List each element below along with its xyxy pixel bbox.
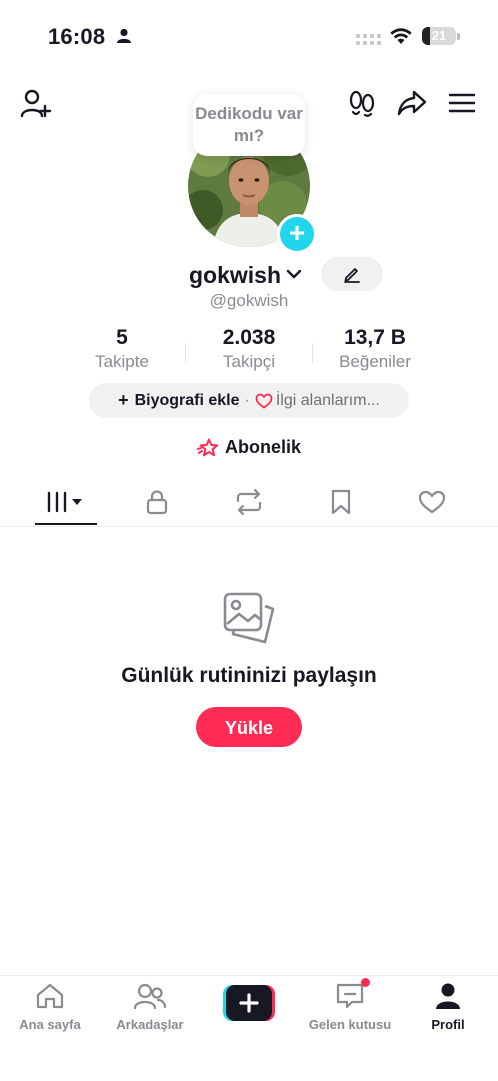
battery-tip <box>457 33 460 40</box>
chevron-down-icon[interactable] <box>286 268 302 280</box>
status-time: 16:08 <box>48 24 106 49</box>
stat-likes-value: 13,7 B <box>344 326 406 349</box>
tab-liked[interactable] <box>397 480 467 524</box>
bookmark-icon <box>331 489 351 515</box>
pencil-icon <box>344 268 360 283</box>
nav-friends-label: Arkadaşlar <box>116 1017 184 1032</box>
stat-following-label: Takipte <box>95 352 149 371</box>
empty-state-title: Günlük rutininizi paylaşın <box>121 664 377 687</box>
stat-likes-label: Beğeniler <box>339 352 411 371</box>
active-tab-indicator <box>35 523 97 525</box>
separator-dot: · <box>244 391 250 409</box>
battery-icon: 21 <box>422 27 456 45</box>
notification-dot <box>361 978 370 987</box>
plus-icon: + <box>118 390 129 410</box>
tab-videos[interactable] <box>30 480 100 524</box>
nav-friends[interactable]: Arkadaşlar <box>100 982 200 1032</box>
tab-reposts[interactable] <box>214 480 284 524</box>
tab-saved[interactable] <box>306 480 376 524</box>
subscription-label: Abonelik <box>224 437 301 457</box>
edit-profile-button[interactable] <box>321 257 383 291</box>
content-tabs <box>0 480 498 527</box>
grid-videos-icon <box>47 491 82 513</box>
nav-inbox-label: Gelen kutusu <box>308 1017 392 1032</box>
upload-button[interactable]: Yükle <box>196 707 302 747</box>
stat-divider <box>185 343 186 363</box>
nav-home-label: Ana sayfa <box>19 1017 81 1032</box>
stat-following-value: 5 <box>116 326 128 349</box>
lock-icon <box>146 490 168 515</box>
share-arrow-icon <box>397 90 427 116</box>
star-icon <box>196 438 219 456</box>
menu-button[interactable] <box>442 85 482 121</box>
status-note-bubble[interactable]: Dedikodu var mı? <box>193 94 305 156</box>
wifi-icon <box>390 28 412 44</box>
tab-private[interactable] <box>122 480 192 524</box>
bio-interests-bar: + Biyografi ekle · İlgi alanlarım... <box>89 383 409 418</box>
person-status-icon <box>117 28 131 43</box>
nav-inbox[interactable]: Gelen kutusu <box>300 982 400 1032</box>
profile-person-icon <box>436 983 460 1009</box>
profile-views-button[interactable] <box>342 85 382 121</box>
nav-profile-label: Profil <box>431 1017 465 1032</box>
create-post-button[interactable] <box>223 985 275 1021</box>
interests-button[interactable]: İlgi alanlarım... <box>276 392 380 410</box>
nav-home[interactable]: Ana sayfa <box>0 982 100 1032</box>
photo-gallery-icon <box>223 592 275 644</box>
share-profile-button[interactable] <box>392 85 432 121</box>
footprints-icon <box>349 90 375 117</box>
signal-icon <box>356 34 381 45</box>
add-story-button[interactable]: + <box>277 214 317 254</box>
friends-icon <box>133 983 167 1010</box>
battery-level: 21 <box>431 28 447 43</box>
heart-icon <box>418 490 446 514</box>
heart-outline-icon <box>255 393 273 409</box>
add-friend-button[interactable] <box>16 85 56 121</box>
plus-icon: + <box>288 217 306 248</box>
home-icon <box>36 983 64 1009</box>
hamburger-menu-icon <box>449 93 475 113</box>
stat-followers-label: Takipçi <box>223 352 275 371</box>
stat-followers[interactable]: 2.038 Takipçi <box>189 326 309 372</box>
nav-profile[interactable]: Profil <box>398 982 498 1032</box>
repost-icon <box>236 489 262 515</box>
inbox-message-icon <box>336 983 364 1009</box>
subscription-link[interactable]: Abonelik <box>0 437 498 458</box>
add-person-icon <box>20 89 52 118</box>
stat-following[interactable]: 5 Takipte <box>62 326 182 372</box>
profile-handle: @gokwish <box>209 291 289 310</box>
stat-divider <box>312 343 313 363</box>
stat-likes[interactable]: 13,7 B Beğeniler <box>315 326 435 372</box>
add-bio-button[interactable]: Biyografi ekle <box>135 392 240 410</box>
profile-username[interactable]: gokwish <box>189 262 281 289</box>
stat-followers-value: 2.038 <box>222 326 276 349</box>
